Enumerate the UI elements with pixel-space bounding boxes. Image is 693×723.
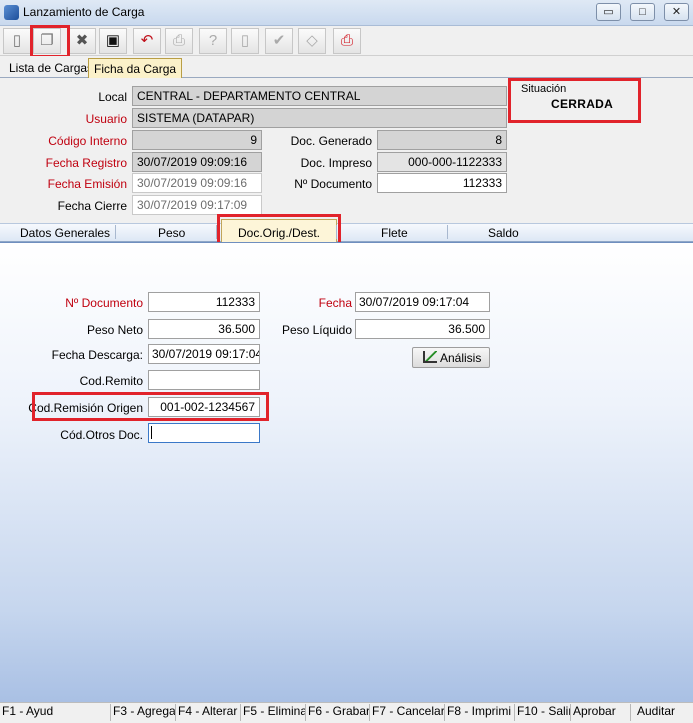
status-f5: F5 - Elimina [241,704,306,721]
codigo-interno-label: Código Interno [48,134,127,148]
close-button[interactable]: ✕ [664,3,689,21]
tab-separator [115,225,116,239]
fecha-cierre-field: 30/07/2019 09:17:09 [132,195,262,215]
doc-impreso-field: 000-000-1122333 [377,152,507,172]
tab-flete[interactable]: Flete [381,226,408,240]
maximize-button[interactable]: □ [630,3,655,21]
fecha-registro-label: Fecha Registro [45,156,127,170]
fecha-cierre-label: Fecha Cierre [57,199,127,213]
copy-icon[interactable]: ❐ [33,28,61,54]
situacion-value: CERRADA [551,97,614,111]
tab-peso[interactable]: Peso [158,226,185,240]
tab-lista-cargas[interactable]: Lista de Cargas [4,58,100,78]
window-title: Lanzamiento de Carga [23,5,145,19]
n-documento-input[interactable]: 112333 [148,292,260,312]
status-auditar: Auditar [637,704,676,718]
doc-generado-label: Doc. Generado [290,134,372,148]
fecha-descarga-input[interactable]: 30/07/2019 09:17:04 [148,344,260,364]
help-icon[interactable]: ? [199,28,227,54]
tab-ficha-carga[interactable]: Ficha da Carga [88,58,183,78]
tab-separator [336,225,337,239]
tab-datos-generales[interactable]: Datos Generales [20,226,110,240]
local-label: Local [98,90,127,104]
usuario-field: SISTEMA (DATAPAR) [132,108,507,128]
doc-generado-field: 8 [377,130,507,150]
status-f8: F8 - Imprimi [445,704,515,721]
chart-icon [423,351,437,363]
peso-neto-label: Peso Neto [86,323,143,337]
fecha-input[interactable]: 30/07/2019 09:17:04 [355,292,490,312]
analisis-button[interactable]: Análisis [412,347,490,368]
fecha-emision-label: Fecha Emisión [47,177,127,191]
n-documento-label: Nº Documento [65,296,143,310]
print-icon[interactable]: ⎙ [165,28,193,54]
minimize-button[interactable]: ▭ [596,3,621,21]
tab-doc-orig-dest[interactable]: Doc.Orig./Dest. [221,219,337,244]
cod-otros-label: Cód.Otros Doc. [60,428,143,442]
eraser-icon[interactable]: ◇ [298,28,326,54]
save-icon[interactable]: ▣ [99,28,127,54]
fecha-descarga-label: Fecha Descarga: [51,348,143,362]
status-f6: F6 - Grabar [306,704,370,721]
codigo-interno-field: 9 [132,130,262,150]
app-icon [4,5,19,20]
peso-liquido-input[interactable]: 36.500 [355,319,490,339]
peso-neto-input[interactable]: 36.500 [148,319,260,339]
status-f10: F10 - Salir [515,704,571,721]
status-f1: F1 - Ayud [0,704,111,721]
peso-liquido-label: Peso Líquido [281,323,352,337]
usuario-label: Usuario [85,112,127,126]
local-field: CENTRAL - DEPARTAMENTO CENTRAL [132,86,507,106]
status-f3: F3 - Agrega [111,704,176,721]
situacion-label: Situación [521,83,567,95]
bookmark-icon[interactable]: ▯ [231,28,259,54]
cod-otros-input[interactable] [148,423,260,443]
cod-remito-input[interactable] [148,370,260,390]
content-panel [0,242,693,702]
new-icon[interactable]: ▯ [3,28,31,54]
tab-separator [447,225,448,239]
fecha-emision-field: 30/07/2019 09:09:16 [132,173,262,193]
status-f4: F4 - Alterar [176,704,241,721]
doc-impreso-label: Doc. Impreso [300,156,372,170]
fecha-registro-field: 30/07/2019 09:09:16 [132,152,262,172]
fecha-label: Fecha [318,296,352,310]
tab-separator [216,225,217,239]
check-icon[interactable]: ✔ [265,28,293,54]
undo-icon[interactable]: ↶ [133,28,161,54]
analisis-label: Análisis [440,351,482,365]
cod-remision-label: Cod.Remisión Origen [28,401,143,415]
text-cursor [151,426,152,439]
cod-remision-input[interactable]: 001-002-1234567 [148,397,260,417]
n-documento-header-label: Nº Documento [294,177,372,191]
cod-remito-label: Cod.Remito [79,374,143,388]
printer-red-icon[interactable]: ⎙ [333,28,361,54]
delete-icon[interactable]: ✖ [68,28,96,54]
tab-saldo[interactable]: Saldo [488,226,519,240]
status-f7: F7 - Cancelar [370,704,445,721]
status-aprobar: Aprobar [571,704,631,721]
n-documento-header-field[interactable]: 112333 [377,173,507,193]
